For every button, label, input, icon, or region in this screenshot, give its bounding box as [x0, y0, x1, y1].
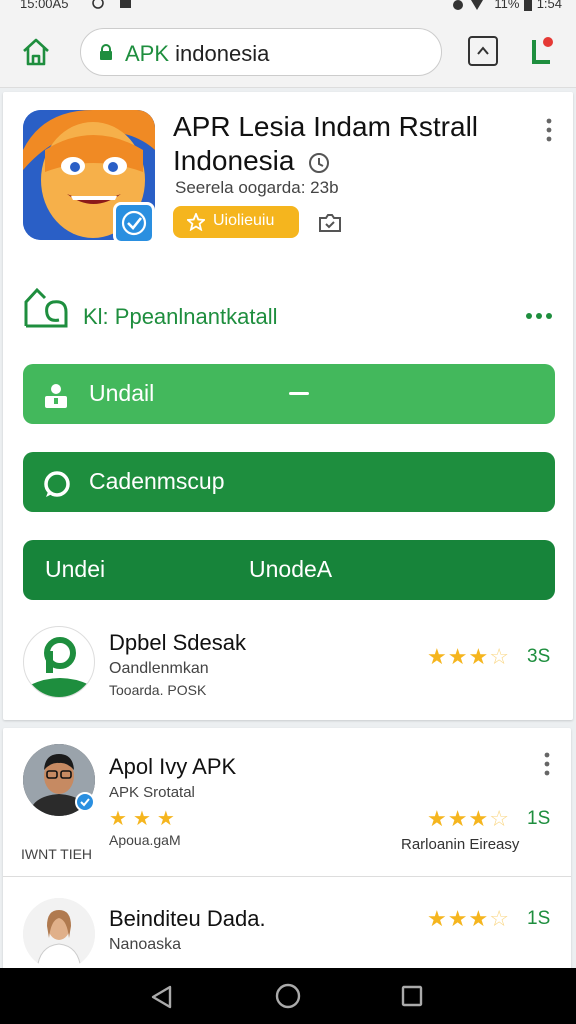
- app-detail-card: APR Lesia Indam Rstrall Indonesia Seerel…: [3, 92, 573, 720]
- recents-icon[interactable]: [400, 984, 424, 1008]
- person-photo: [23, 898, 95, 970]
- secondary-action-label: Cadenmscup: [89, 468, 225, 494]
- star-icon: ★: [156, 808, 181, 830]
- save-icon[interactable]: [317, 212, 343, 234]
- browser-menu-icon: [532, 37, 553, 64]
- browser-menu-button[interactable]: [526, 34, 556, 68]
- more-dots-icon[interactable]: [544, 752, 550, 776]
- list-item-line2: Tooarda. POSK: [109, 682, 207, 698]
- house-leaf-icon: [24, 287, 68, 328]
- install-label: Undail: [89, 380, 155, 406]
- list-item-line1: Nanoaska: [109, 936, 182, 953]
- list-item-avatar[interactable]: [23, 898, 95, 970]
- combo-right-label: UnodeA: [249, 556, 333, 582]
- tab-switcher-button[interactable]: [468, 36, 498, 66]
- star-icon: ★: [427, 906, 448, 931]
- section-more-icon[interactable]: [525, 312, 553, 320]
- star-outline-icon: ☆: [489, 806, 510, 831]
- chat-bubble-icon: [44, 471, 70, 497]
- list-item-name[interactable]: Dpbel Sdesak: [109, 630, 246, 656]
- star-outline-icon: ☆: [489, 906, 510, 931]
- home-button[interactable]: [20, 36, 52, 68]
- rating-stars: ★★★☆: [427, 806, 510, 832]
- tab-switcher-icon: [477, 46, 489, 55]
- list-item-name[interactable]: Apol Ivy APK: [109, 754, 236, 780]
- verified-check-icon: [121, 210, 147, 236]
- star-icon: [187, 213, 205, 231]
- star-icon: ★: [468, 906, 490, 931]
- list-item-line2: Apoua.gaM: [109, 832, 181, 848]
- list-item-avatar[interactable]: [23, 626, 95, 698]
- url-bar[interactable]: APK indonesia: [80, 28, 442, 76]
- app-title: APR Lesia Indam Rstrall Indonesia: [173, 110, 523, 178]
- person-icon: [45, 384, 67, 408]
- app-list-card: Apol Ivy APK APK Srotatal ★★★ Apoua.gaM …: [3, 728, 571, 970]
- star-icon: ★: [447, 806, 469, 831]
- app-subtitle: Seerela oogarda: 23b: [175, 178, 339, 197]
- editor-choice-badge[interactable]: Uiolieuiu: [173, 206, 299, 238]
- star-icon: ★: [468, 644, 490, 669]
- list-item-developer: Rarloanin Eireasy: [401, 836, 520, 853]
- list-item-line1: APK Srotatal: [109, 784, 195, 801]
- more-dots-icon[interactable]: [546, 118, 552, 142]
- battery-level: 11%: [494, 0, 520, 11]
- verified-check-icon: [75, 792, 95, 812]
- star-icon: ★: [427, 806, 448, 831]
- status-time-left: 15:00A5: [20, 0, 69, 11]
- home-icon: [23, 38, 49, 66]
- combo-action-button[interactable]: Undei UnodeA: [23, 540, 555, 600]
- list-item-name[interactable]: Beinditeu Dada.: [109, 906, 266, 932]
- list-item-tag: IWNT TIEH: [21, 846, 93, 862]
- star-icon: ★: [132, 808, 157, 830]
- star-icon: ★: [427, 644, 448, 669]
- combo-left-label: Undei: [45, 556, 106, 582]
- badge-label: Uiolieuiu: [213, 212, 275, 229]
- status-time-right: 1:54: [536, 0, 562, 11]
- dash-divider: [289, 392, 309, 395]
- secondary-action-button[interactable]: Cadenmscup: [23, 452, 555, 512]
- pin-logo-icon: [30, 637, 90, 697]
- rating-score: 1S: [527, 808, 551, 829]
- status-bar: 15:00A5 11% 1:54: [0, 0, 576, 14]
- status-right: 11% 1:54: [451, 0, 562, 12]
- star-icon: ★: [109, 808, 133, 830]
- url-text: APK indonesia: [125, 41, 269, 67]
- star-outline-icon: ☆: [489, 644, 510, 669]
- lock-icon: [100, 44, 112, 60]
- browser-toolbar: APK indonesia: [0, 14, 576, 88]
- install-button[interactable]: Undail: [23, 364, 555, 424]
- list-divider: [3, 876, 571, 877]
- star-icon: ★: [447, 644, 469, 669]
- clock-icon: [309, 152, 330, 173]
- battery-icon: [524, 0, 533, 12]
- back-icon[interactable]: [148, 984, 174, 1010]
- rating-stars: ★★★☆: [427, 906, 510, 932]
- url-prefix: APK: [125, 41, 170, 66]
- rating-stars: ★★★☆: [427, 644, 510, 670]
- nav-home-icon[interactable]: [274, 982, 302, 1010]
- star-icon: ★: [468, 806, 490, 831]
- star-icon: ★: [447, 906, 469, 931]
- notification-icons: [92, 0, 132, 13]
- url-rest: indonesia: [169, 41, 270, 66]
- rating-score: 3S: [527, 646, 551, 667]
- system-nav-bar: [0, 968, 576, 1024]
- wifi-icon: [452, 0, 483, 10]
- verified-badge: [113, 202, 155, 244]
- list-item-line1: Oandlenmkan: [109, 660, 209, 677]
- mini-rating-stars: ★★★: [109, 806, 181, 831]
- section-title: Kl: Ppeanlnantkatall: [83, 304, 278, 329]
- rating-score: 1S: [527, 908, 551, 929]
